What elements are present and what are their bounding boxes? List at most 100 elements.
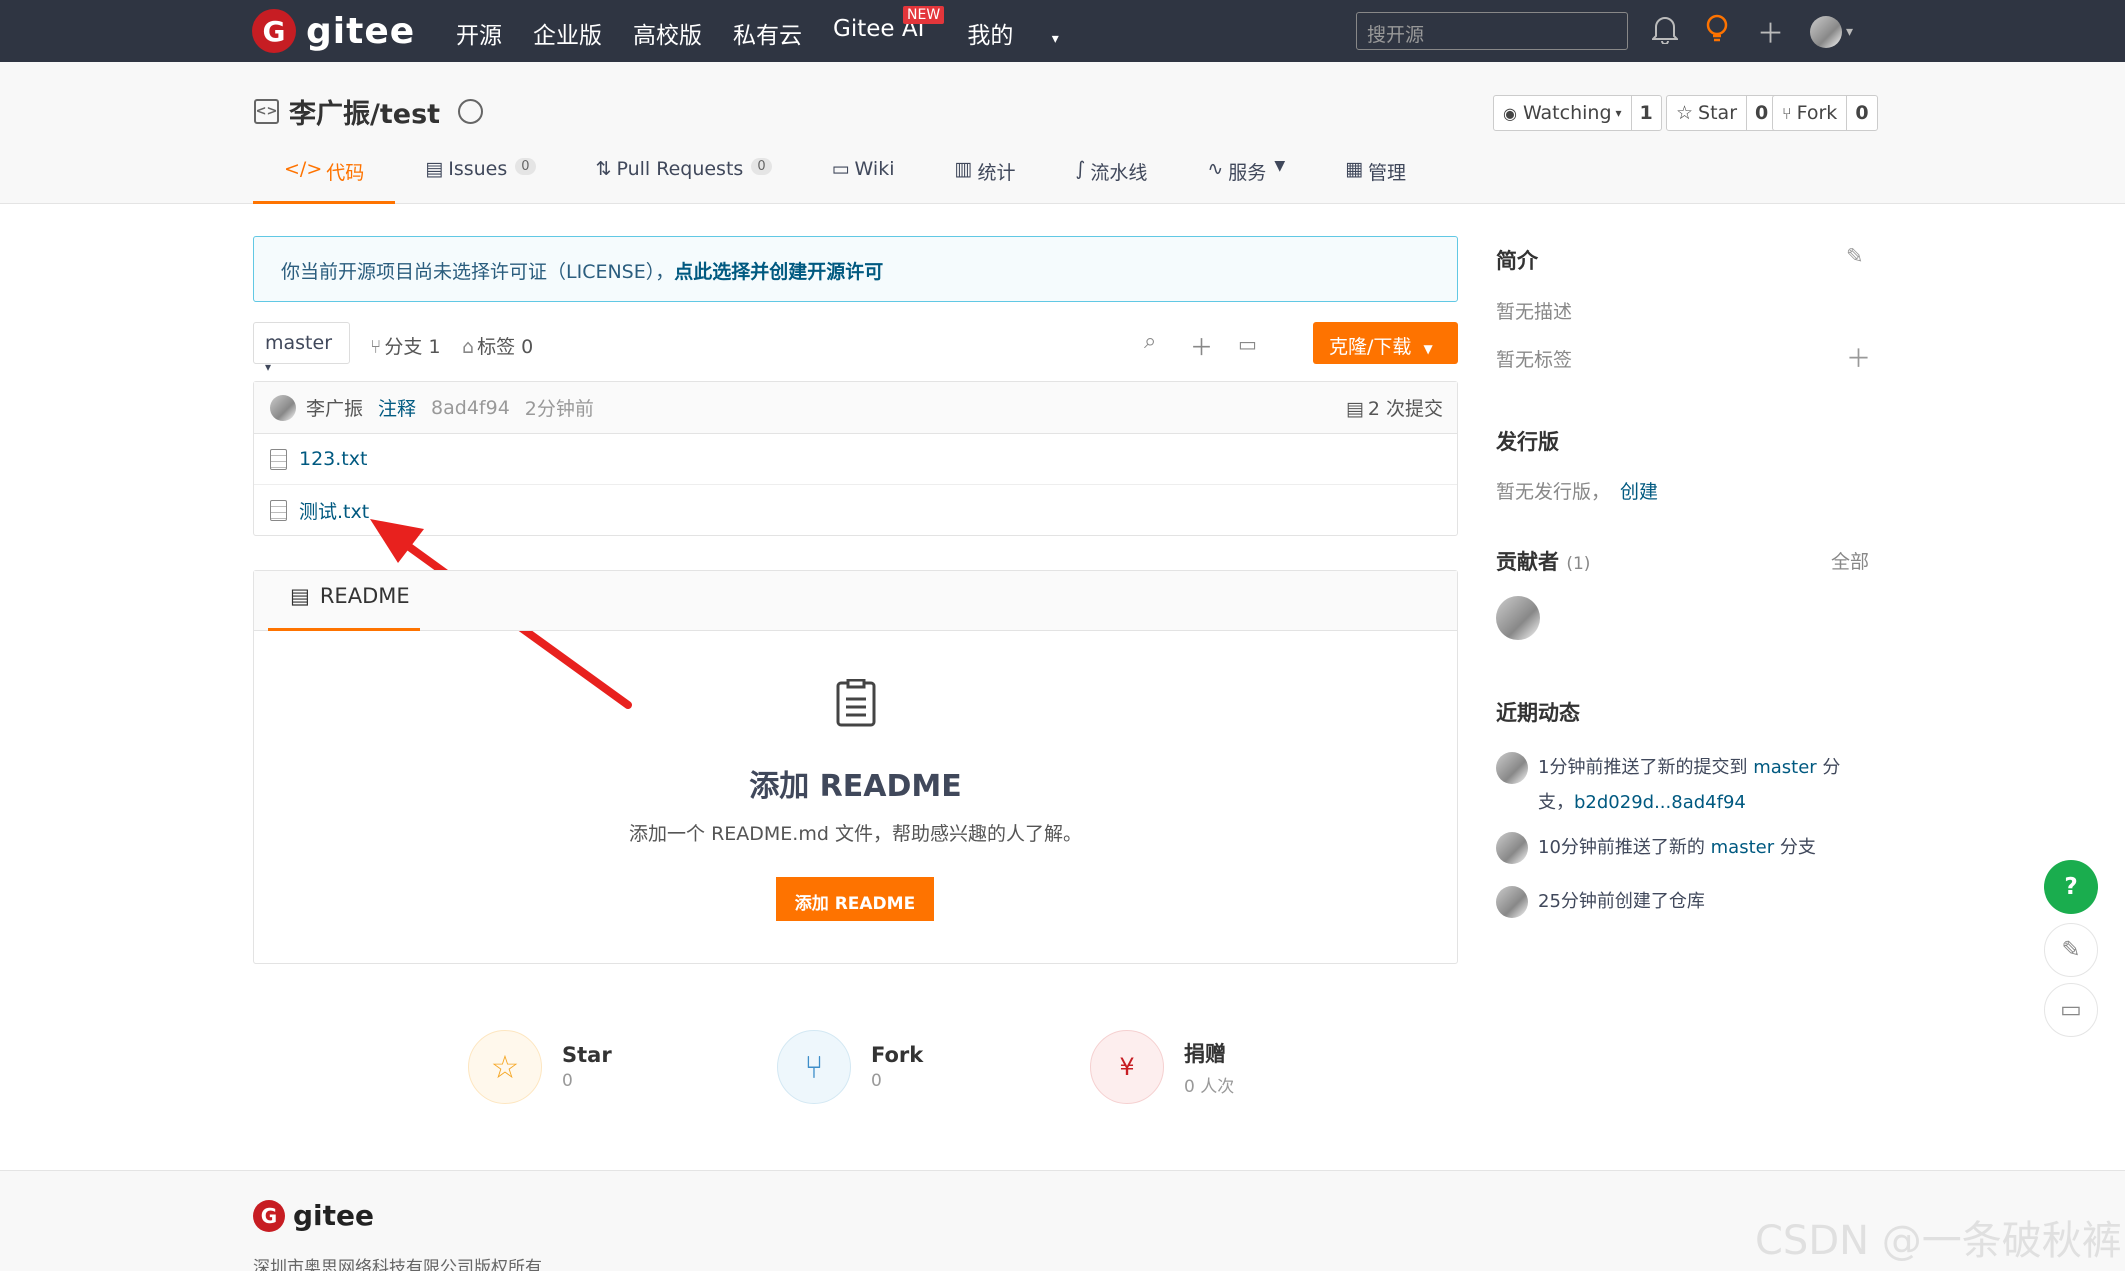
feedback-icon[interactable]: ✎ — [2044, 923, 2098, 977]
avatar — [1496, 752, 1528, 784]
user-avatar[interactable]: ▾ — [1810, 16, 1853, 48]
activity-text: 1分钟前推送了新的提交到 — [1538, 757, 1754, 778]
tab-services[interactable]: ∿ 服务 ▼ — [1177, 158, 1315, 204]
activity-text: 分支 — [1774, 837, 1816, 858]
nav-education[interactable]: 高校版 — [633, 16, 702, 50]
watching-button[interactable]: ◉ Watching ▾ 1 — [1493, 95, 1662, 131]
pr-count: 0 — [751, 158, 772, 175]
nav-private-cloud[interactable]: 私有云 — [733, 16, 802, 50]
tab-manage[interactable]: ▦ 管理 — [1315, 158, 1436, 204]
commit-hash[interactable]: 8ad4f94 — [431, 397, 510, 419]
stat-name: 捐赠 — [1184, 1041, 1226, 1066]
tags-link[interactable]: ⌂ 标签 0 — [462, 332, 533, 359]
tab-pr-label: Pull Requests — [616, 158, 744, 180]
stat-value: 0 人次 — [1184, 1076, 1235, 1097]
branch-link[interactable]: master — [1753, 757, 1816, 778]
eye-icon: ◉ — [1503, 103, 1517, 123]
plus-icon[interactable]: ＋ — [1846, 339, 1871, 375]
clone-download-button[interactable]: 克隆/下载 ▼ — [1313, 322, 1458, 364]
all-contributors-link[interactable]: 全部 — [1831, 547, 1869, 574]
branch-link[interactable]: master — [1711, 837, 1774, 858]
readme-tab-label: README — [319, 584, 410, 608]
list-item: 10分钟前推送了新的 master 分支 — [1496, 832, 1816, 864]
nav-enterprise[interactable]: 企业版 — [533, 16, 602, 50]
plus-icon[interactable]: ＋ — [1190, 328, 1213, 362]
tab-stats-label: 统计 — [977, 162, 1016, 184]
page: G gitee 开源 企业版 高校版 私有云 Gitee AI 我的 ▾ NEW… — [0, 0, 2125, 1271]
watermark: CSDN @一条破秋裤 — [1755, 1218, 2122, 1264]
commit-message[interactable]: 注释 — [378, 394, 416, 421]
code-repo-icon: <> — [254, 99, 279, 124]
chart-icon: ▥ — [954, 158, 973, 180]
file-icon — [270, 500, 287, 521]
search-input[interactable]: 搜开源 — [1356, 12, 1628, 50]
gitee-logo[interactable]: G gitee — [252, 9, 415, 53]
star-stat[interactable]: ☆ Star 0 — [468, 1030, 612, 1104]
chevron-down-icon: ▾ — [1051, 31, 1059, 47]
stat-value: 0 — [871, 1071, 882, 1091]
footer-logo[interactable]: G gitee — [253, 1199, 374, 1232]
chevron-down-icon: ▾ — [265, 360, 272, 374]
commit-count[interactable]: ▤ 2 次提交 — [1346, 394, 1443, 421]
add-readme-button[interactable]: 添加 README — [776, 877, 934, 921]
repo-title[interactable]: 李广振/test — [289, 92, 440, 131]
repo-title-area: <> 李广振/test — [254, 92, 484, 131]
nav-mine[interactable]: 我的 ▾ — [967, 16, 1089, 50]
file-name[interactable]: 测试.txt — [299, 497, 369, 524]
activity-text: 支， — [1538, 792, 1574, 813]
tab-pull-requests[interactable]: ⇅ Pull Requests 0 — [566, 158, 802, 204]
activity-title: 近期动态 — [1496, 701, 1580, 725]
tags-count: 标签 0 — [477, 336, 534, 358]
license-notice: 你当前开源项目尚未选择许可证（LICENSE），点此选择并创建开源许可 — [253, 236, 1458, 302]
intro-title: 简介 — [1496, 249, 1538, 273]
no-release: 暂无发行版， — [1496, 481, 1611, 503]
donate-icon: ¥ — [1090, 1030, 1164, 1104]
branch-name: master — [265, 332, 333, 354]
fork-icon: ⑂ — [1782, 103, 1792, 123]
donate-stat[interactable]: ¥ 捐赠 0 人次 — [1090, 1030, 1234, 1104]
contributors-count: (1) — [1566, 554, 1591, 574]
lightbulb-icon[interactable] — [1704, 14, 1730, 51]
tab-pipeline[interactable]: ∫ 流水线 — [1045, 158, 1177, 204]
stat-name: Star — [562, 1043, 612, 1067]
tab-manage-label: 管理 — [1368, 162, 1407, 184]
commit-count-text: 2 次提交 — [1367, 398, 1443, 420]
avatar[interactable] — [1496, 596, 1540, 640]
document-icon: ▤ — [1345, 398, 1364, 420]
star-button[interactable]: ☆ Star 0 — [1666, 95, 1778, 131]
fork-stat[interactable]: ⑂ Fork 0 — [777, 1030, 923, 1104]
nav-opensource[interactable]: 开源 — [456, 16, 502, 50]
tab-code[interactable]: </> 代码 — [253, 158, 396, 204]
tab-wiki[interactable]: ▭ Wiki — [802, 158, 925, 204]
clone-label: 克隆/下载 — [1329, 336, 1412, 358]
pulse-icon: ∿ — [1207, 158, 1224, 180]
avatar — [1810, 16, 1842, 48]
caret-down-icon: ▼ — [1274, 158, 1286, 174]
search-icon[interactable]: ⌕ — [1144, 329, 1156, 354]
fork-button[interactable]: ⑂ Fork 0 — [1772, 95, 1878, 131]
list-item[interactable]: 123.txt — [254, 434, 1457, 485]
tab-issues[interactable]: ▤ Issues 0 — [395, 158, 565, 204]
commit-range-link[interactable]: b2d029d...8ad4f94 — [1574, 792, 1746, 813]
commit-author[interactable]: 李广振 — [306, 394, 363, 421]
branch-select[interactable]: master ▾ — [253, 322, 350, 374]
help-button[interactable]: ? — [2044, 860, 2098, 914]
readme-tab[interactable]: ▤ README — [268, 571, 420, 631]
badge-icon[interactable] — [458, 99, 484, 124]
new-badge: NEW — [903, 6, 945, 24]
branches-link[interactable]: ⑂ 分支 1 — [370, 332, 441, 359]
license-notice-link[interactable]: 点此选择并创建开源许可 — [674, 261, 883, 283]
repo-tabs: </> 代码 ▤ Issues 0 ⇅ Pull Requests 0 ▭ Wiki ▥ 统计… — [253, 158, 1436, 204]
tab-stats[interactable]: ▥ 统计 — [924, 158, 1045, 204]
edit-icon[interactable]: ✎ — [1846, 244, 1864, 268]
monitor-icon[interactable]: ▭ — [1238, 332, 1257, 356]
create-release-link[interactable]: 创建 — [1620, 481, 1658, 503]
chat-icon[interactable]: ▭ — [2044, 983, 2098, 1037]
bell-icon[interactable] — [1650, 14, 1680, 51]
plus-icon[interactable]: ＋ — [1757, 12, 1784, 51]
fork-count: 0 — [1855, 102, 1869, 124]
no-tags: 暂无标签 — [1496, 349, 1573, 371]
file-name[interactable]: 123.txt — [299, 448, 367, 470]
logo-icon: G — [253, 1199, 285, 1232]
readme-tab-bar: ▤ README — [254, 571, 1457, 631]
